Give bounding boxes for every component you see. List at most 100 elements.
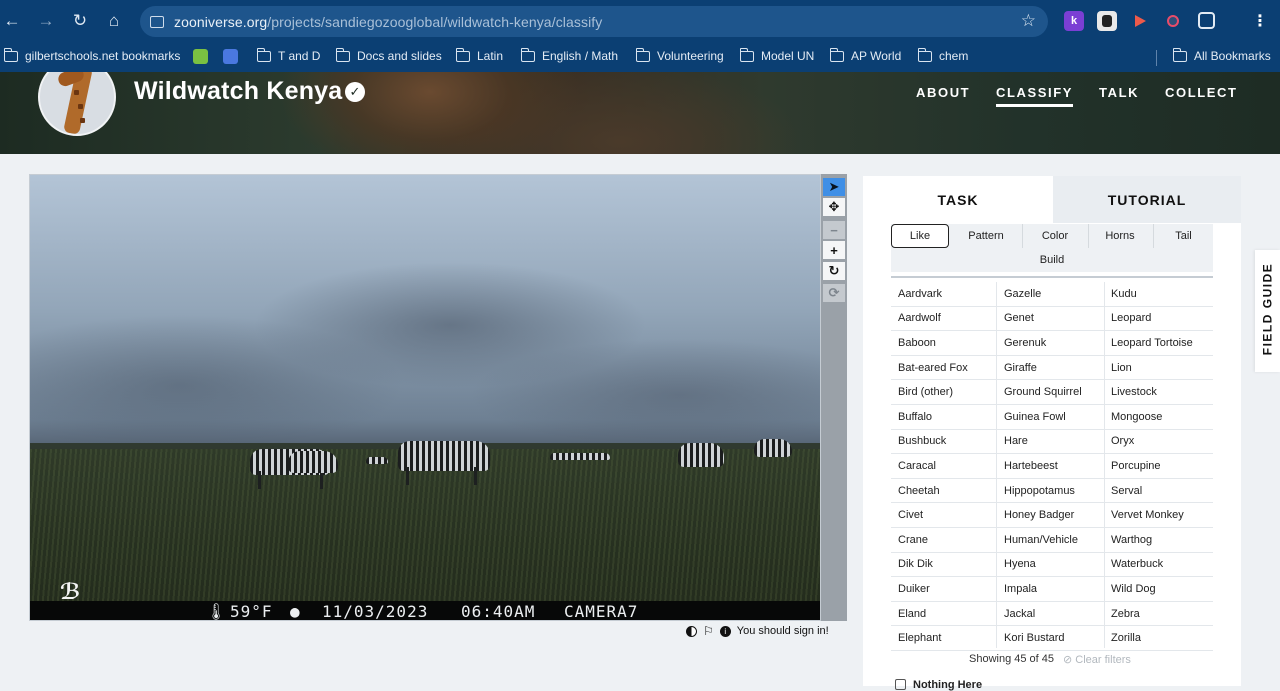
species-choice[interactable]: Gerenuk xyxy=(997,331,1104,356)
species-choice[interactable]: Aardvark xyxy=(891,282,997,307)
subject-image[interactable]: ℬ 🌡︎ 59°F ● 11/03/2023 06:40AM CAMERA7 xyxy=(29,174,821,621)
species-choice[interactable]: Human/Vehicle xyxy=(997,528,1104,553)
species-choice[interactable]: Giraffe xyxy=(997,356,1104,381)
dot-extension-icon[interactable] xyxy=(1163,11,1183,31)
zoom-out-icon[interactable]: − xyxy=(823,221,845,239)
species-choice[interactable]: Cheetah xyxy=(891,479,997,504)
species-choice[interactable]: Porcupine xyxy=(1104,454,1213,479)
zebra xyxy=(288,451,338,473)
bookmark-model-un[interactable]: Model UN xyxy=(739,47,814,63)
nothing-here-checkbox[interactable] xyxy=(895,679,906,690)
bookmark-latin[interactable]: Latin xyxy=(455,47,503,63)
species-choice[interactable]: Ground Squirrel xyxy=(997,380,1104,405)
arrow-extension-icon[interactable] xyxy=(1130,11,1150,31)
move-tool-icon[interactable]: ✥ xyxy=(823,198,845,216)
nav-classify[interactable]: CLASSIFY xyxy=(996,85,1074,107)
species-choice[interactable]: Jackal xyxy=(997,602,1104,627)
clear-filters-button[interactable]: ⊘ Clear filters xyxy=(1063,653,1131,666)
bookmark-docs-and-slides[interactable]: Docs and slides xyxy=(335,47,442,63)
species-choice[interactable]: Kori Bustard xyxy=(997,626,1104,651)
species-choice[interactable]: Crane xyxy=(891,528,997,553)
species-choice[interactable]: Caracal xyxy=(891,454,997,479)
bookmark-ap-world[interactable]: AP World xyxy=(829,47,901,63)
species-choice[interactable]: Dik Dik xyxy=(891,553,997,578)
rotate-icon[interactable]: ↻ xyxy=(823,262,845,280)
pointer-tool-icon[interactable]: ➤ xyxy=(823,178,845,196)
project-avatar[interactable] xyxy=(38,72,116,136)
species-choice[interactable]: Guinea Fowl xyxy=(997,405,1104,430)
species-choice[interactable]: Hyena xyxy=(997,553,1104,578)
filter-horns[interactable]: Horns xyxy=(1089,224,1151,248)
species-choice[interactable]: Civet xyxy=(891,503,997,528)
bookmark-english-math[interactable]: English / Math xyxy=(520,47,618,63)
k-extension-icon[interactable]: k xyxy=(1064,11,1084,31)
species-choice[interactable]: Bushbuck xyxy=(891,430,997,455)
species-choice[interactable]: Hare xyxy=(997,430,1104,455)
home-icon[interactable]: ⌂ xyxy=(103,10,125,32)
species-choice[interactable]: Serval xyxy=(1104,479,1213,504)
bookmark-c-app[interactable] xyxy=(193,49,208,64)
filter-pattern[interactable]: Pattern xyxy=(953,224,1019,248)
all-bookmarks[interactable]: All Bookmarks xyxy=(1172,47,1271,63)
species-choice[interactable]: Zorilla xyxy=(1104,626,1213,651)
species-choice[interactable]: Gazelle xyxy=(997,282,1104,307)
tab-task[interactable]: TASK xyxy=(863,176,1053,223)
species-choice[interactable]: Kudu xyxy=(1104,282,1213,307)
person-extension-icon[interactable] xyxy=(1097,11,1117,31)
browser-menu-icon[interactable]: ⋮ xyxy=(1250,11,1270,31)
species-choice[interactable]: Oryx xyxy=(1104,430,1213,455)
species-choice[interactable]: Baboon xyxy=(891,331,997,356)
species-choice[interactable]: Leopard Tortoise xyxy=(1104,331,1213,356)
tab-tutorial[interactable]: TUTORIAL xyxy=(1053,176,1241,223)
nav-about[interactable]: ABOUT xyxy=(916,85,970,100)
back-arrow-icon[interactable]: ← xyxy=(1,10,23,32)
nav-collect[interactable]: COLLECT xyxy=(1165,85,1238,100)
species-choice[interactable]: Elephant xyxy=(891,626,997,651)
sign-in-message[interactable]: You should sign in! xyxy=(737,625,829,637)
filter-like[interactable]: Like xyxy=(891,224,949,248)
zoom-in-icon[interactable]: + xyxy=(823,241,845,259)
bookmark-t-and-d[interactable]: T and D xyxy=(256,47,320,63)
species-choice[interactable]: Honey Badger xyxy=(997,503,1104,528)
bookmark-star-icon[interactable]: ☆ xyxy=(1021,11,1036,31)
address-bar[interactable]: zooniverse.org/projects/sandiegozoogloba… xyxy=(140,6,1048,37)
nav-talk[interactable]: TALK xyxy=(1099,85,1139,100)
reset-view-icon[interactable]: ⟳ xyxy=(823,284,845,302)
field-guide-tab[interactable]: FIELD GUIDE xyxy=(1255,250,1280,372)
species-choice[interactable]: Genet xyxy=(997,307,1104,332)
species-choice[interactable]: Aardwolf xyxy=(891,307,997,332)
extensions-puzzle-icon[interactable] xyxy=(1198,12,1215,29)
bookmark-blue-app[interactable] xyxy=(223,49,238,64)
bookmark-chem[interactable]: chem xyxy=(917,47,968,63)
species-choice[interactable]: Lion xyxy=(1104,356,1213,381)
forward-arrow-icon[interactable]: → xyxy=(35,10,57,32)
species-choice[interactable]: Buffalo xyxy=(891,405,997,430)
flag-icon[interactable]: ⚐ xyxy=(703,624,714,638)
species-choice[interactable]: Eland xyxy=(891,602,997,627)
species-choice[interactable]: Livestock xyxy=(1104,380,1213,405)
species-choice[interactable]: Hippopotamus xyxy=(997,479,1104,504)
species-choice[interactable]: Duiker xyxy=(891,577,997,602)
nothing-here-label[interactable]: Nothing Here xyxy=(913,679,982,691)
species-choice[interactable]: Bird (other) xyxy=(891,380,997,405)
species-choice[interactable]: Wild Dog xyxy=(1104,577,1213,602)
bookmark-volunteering[interactable]: Volunteering xyxy=(635,47,724,63)
info-icon[interactable]: i xyxy=(719,625,731,637)
invert-colors-icon[interactable] xyxy=(686,625,697,637)
filter-build[interactable]: Build xyxy=(891,248,1213,272)
species-choice[interactable]: Waterbuck xyxy=(1104,553,1213,578)
site-info-icon[interactable] xyxy=(150,15,164,28)
species-choice[interactable]: Hartebeest xyxy=(997,454,1104,479)
filter-tail[interactable]: Tail xyxy=(1154,224,1213,248)
filter-color[interactable]: Color xyxy=(1023,224,1087,248)
species-choice[interactable]: Mongoose xyxy=(1104,405,1213,430)
species-choice[interactable]: Leopard xyxy=(1104,307,1213,332)
species-choice[interactable]: Warthog xyxy=(1104,528,1213,553)
species-choice[interactable]: Impala xyxy=(997,577,1104,602)
species-choice[interactable]: Vervet Monkey xyxy=(1104,503,1213,528)
project-title[interactable]: Wildwatch Kenya xyxy=(134,77,342,106)
reload-icon[interactable]: ↻ xyxy=(69,10,91,32)
bookmark-gilbertschools[interactable]: gilbertschools.net bookmarks xyxy=(3,47,180,63)
species-choice[interactable]: Zebra xyxy=(1104,602,1213,627)
species-choice[interactable]: Bat-eared Fox xyxy=(891,356,997,381)
